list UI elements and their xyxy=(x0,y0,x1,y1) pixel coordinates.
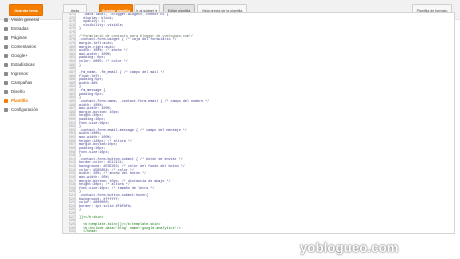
layout-icon xyxy=(4,89,8,94)
sidebar-item-label: Plantilla xyxy=(11,98,28,103)
sidebar-item-earnings[interactable]: Ingresos xyxy=(0,69,52,78)
stats-icon xyxy=(4,62,8,67)
sidebar-item-posts[interactable]: Entradas xyxy=(0,24,52,33)
sidebar-item-label: Comentarios xyxy=(11,44,36,49)
template-icon xyxy=(4,98,8,103)
sidebar-item-overview[interactable]: Visión general xyxy=(0,15,52,24)
campaigns-icon xyxy=(4,80,8,85)
watermark: yoblogueo.com xyxy=(300,240,399,255)
sidebar: Visión general Entradas Páginas Comentar… xyxy=(0,17,52,259)
sidebar-item-label: Estadísticas xyxy=(11,62,35,67)
posts-icon xyxy=(4,26,8,31)
sidebar-item-pages[interactable]: Páginas xyxy=(0,33,52,42)
sidebar-item-label: Visión general xyxy=(11,17,39,22)
sidebar-item-settings[interactable]: Configuración xyxy=(0,105,52,114)
sidebar-item-google-plus[interactable]: Google+ xyxy=(0,51,52,60)
sidebar-item-label: Campañas xyxy=(11,80,33,85)
sidebar-item-stats[interactable]: Estadísticas xyxy=(0,60,52,69)
line-number: 531 xyxy=(68,230,75,234)
sidebar-item-layout[interactable]: Diseño xyxy=(0,87,52,96)
pages-icon xyxy=(4,35,8,40)
sidebar-item-comments[interactable]: Comentarios xyxy=(0,42,52,51)
settings-icon xyxy=(4,107,8,112)
sidebar-item-label: Entradas xyxy=(11,26,29,31)
sidebar-item-label: Diseño xyxy=(11,89,25,94)
sidebar-item-campaigns[interactable]: Campañas xyxy=(0,78,52,87)
sidebar-item-label: Configuración xyxy=(11,107,39,112)
google-plus-icon xyxy=(4,53,8,58)
sidebar-item-label: Ingresos xyxy=(11,71,28,76)
earnings-icon xyxy=(4,71,8,76)
code-text: </head> xyxy=(79,230,98,234)
home-icon xyxy=(4,17,8,22)
sidebar-item-template[interactable]: Plantilla xyxy=(0,96,52,105)
code-line: 531 </head> xyxy=(63,230,454,234)
comments-icon xyxy=(4,44,8,49)
sidebar-item-label: Páginas xyxy=(11,35,27,40)
sidebar-item-label: Google+ xyxy=(11,53,28,58)
code-editor[interactable]: 471 .data-label, .blogger-widgets .thebo… xyxy=(62,12,455,234)
